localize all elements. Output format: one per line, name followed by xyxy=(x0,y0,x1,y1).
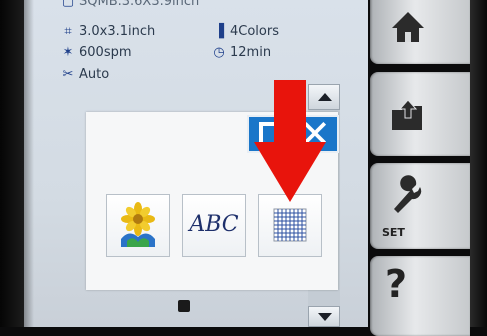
size-info-partial: ▢ SQMB.3.6X3.9inch xyxy=(60,0,199,9)
running-figure-icon: ✶ xyxy=(62,45,74,60)
pattern-option-abc[interactable]: ABC xyxy=(182,194,246,257)
colors-info: ▐ 4Colors xyxy=(211,24,279,39)
pattern-option-flower[interactable] xyxy=(106,194,170,257)
frame-icon: ▢ xyxy=(61,0,75,9)
grid-pattern-icon xyxy=(273,208,307,242)
home-icon xyxy=(392,12,424,42)
dimensions-info: ⌗ 3.0x3.1inch xyxy=(60,24,155,39)
wrench-icon xyxy=(394,175,422,213)
home-button[interactable] xyxy=(370,0,470,64)
thread-mode-info: ✂ Auto xyxy=(60,67,110,82)
thread-spool-icon: ▐ xyxy=(214,24,224,39)
frame-size-icon: ⌗ xyxy=(64,24,72,39)
folder-upload-icon xyxy=(392,99,422,130)
flower-embroidery-icon xyxy=(121,202,155,247)
memory-button[interactable] xyxy=(370,72,470,156)
screen-edge-shadow xyxy=(24,0,34,327)
scroll-down-button[interactable] xyxy=(308,306,340,327)
left-bezel xyxy=(0,0,24,327)
settings-button-label: SET xyxy=(382,226,405,239)
abc-lettering-icon: ABC xyxy=(189,212,239,237)
time-info: ◷ 12min xyxy=(211,45,271,60)
clock-icon: ◷ xyxy=(213,45,225,60)
red-down-arrow-icon xyxy=(254,80,326,202)
speed-info: ✶ 600spm xyxy=(60,45,132,60)
thread-cut-icon: ✂ xyxy=(62,67,74,82)
partial-stitch-mark xyxy=(178,300,190,312)
right-bezel xyxy=(470,0,487,327)
help-icon: ? xyxy=(384,262,408,306)
